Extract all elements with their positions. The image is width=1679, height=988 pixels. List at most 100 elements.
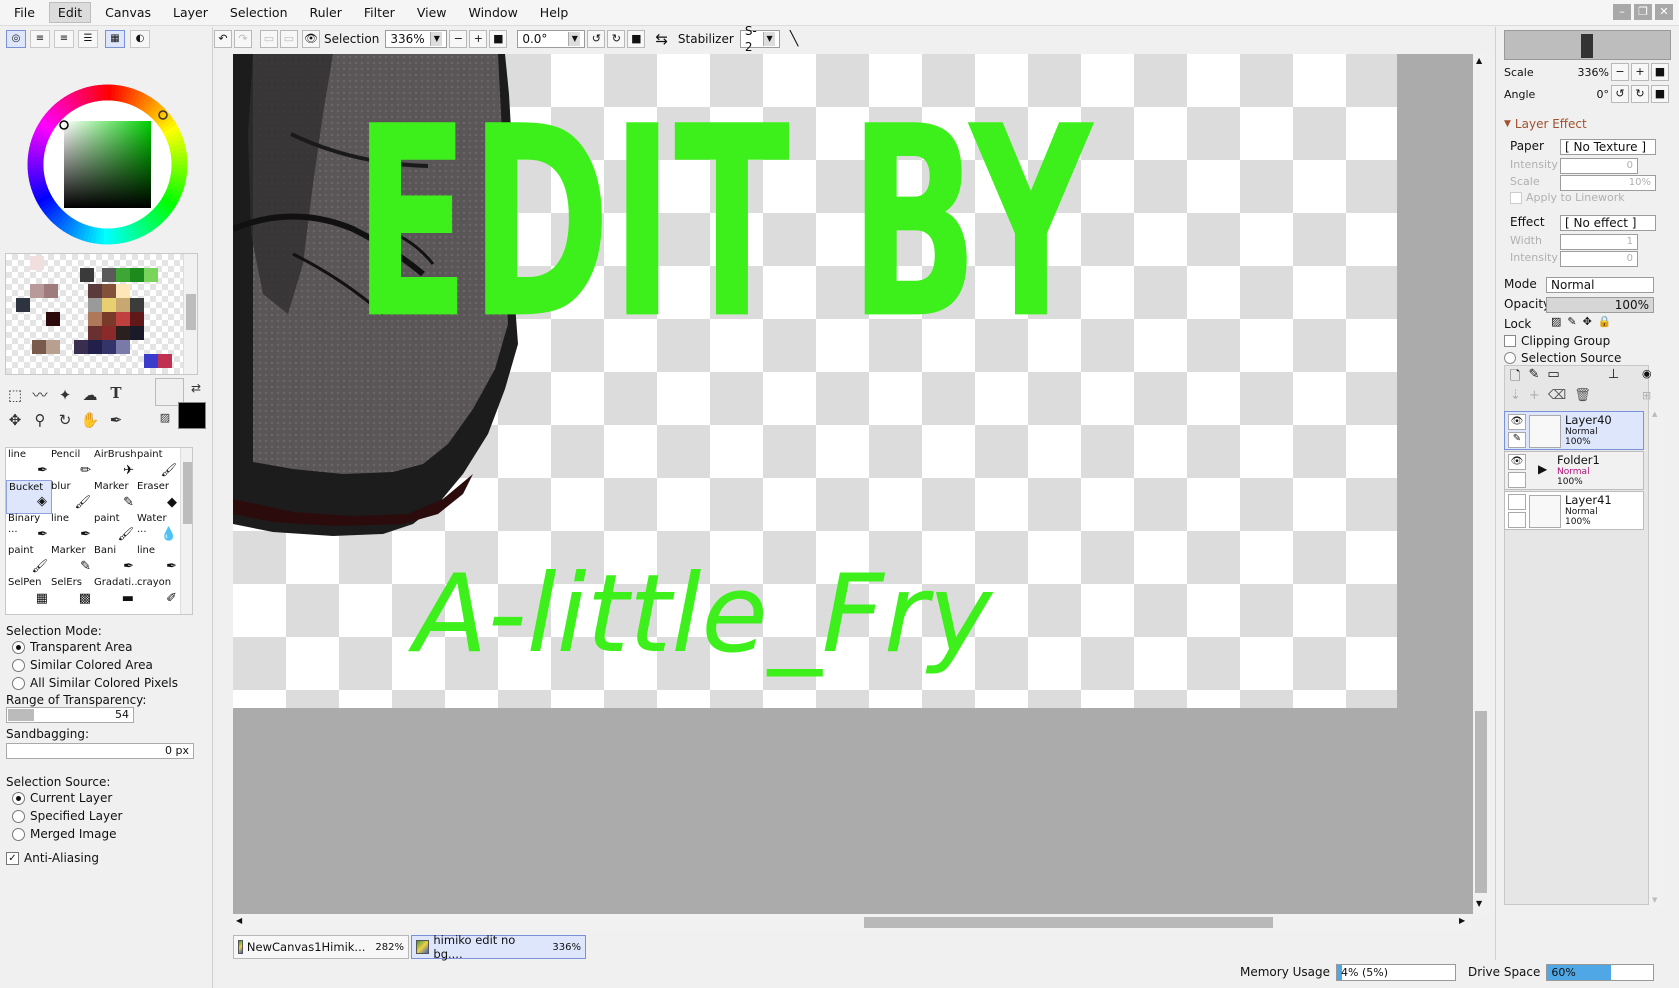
invert-selection-icon[interactable]: ▭ bbox=[280, 30, 298, 48]
menu-edit[interactable]: Edit bbox=[48, 2, 92, 23]
tool-blur[interactable]: blur 🖌 bbox=[49, 480, 95, 514]
visibility-eye-icon[interactable]: 👁 bbox=[1508, 454, 1526, 470]
source-specified-layer[interactable]: Specified Layer bbox=[12, 807, 206, 825]
effect-intensity-field[interactable]: 0 bbox=[1560, 251, 1638, 267]
tab-himiko-edit[interactable]: himiko edit no bg.... 336% bbox=[411, 933, 586, 961]
zoom-out-icon[interactable]: − bbox=[449, 30, 468, 48]
mode-similar-colored-area[interactable]: Similar Colored Area bbox=[12, 656, 206, 674]
rgb-slider-mode-icon[interactable]: ≡ bbox=[30, 30, 50, 48]
paper-intensity-field[interactable]: 0 bbox=[1560, 158, 1638, 174]
layer-selection-source-radio[interactable]: Selection Source bbox=[1504, 351, 1621, 365]
tool-line[interactable]: line ✒ bbox=[6, 448, 52, 482]
rotate-left-icon[interactable]: ↺ bbox=[587, 30, 606, 48]
layer-mask-icon[interactable]: ◉ bbox=[1642, 367, 1652, 380]
tool-marker[interactable]: Marker ✎ bbox=[92, 480, 138, 514]
tool-line[interactable]: line ✒ bbox=[135, 544, 181, 578]
angle-cw-icon[interactable]: ↻ bbox=[1631, 85, 1649, 103]
hand-icon[interactable]: ✋ bbox=[80, 410, 100, 430]
zoom-reset-icon[interactable]: ■ bbox=[489, 30, 508, 48]
source-current-layer[interactable]: Current Layer bbox=[12, 789, 206, 807]
rect-select-icon[interactable]: ⬚ bbox=[5, 385, 25, 405]
tool-paint[interactable]: paint 🖌 bbox=[135, 448, 181, 482]
layer-check-icon[interactable] bbox=[1508, 472, 1526, 488]
paper-texture-dropdown[interactable]: [ No Texture ] bbox=[1560, 139, 1656, 155]
canvas[interactable]: EDIT BY A-little_Fry bbox=[233, 54, 1397, 708]
tab-newcanvas1[interactable]: NewCanvas1Himik... 282% bbox=[233, 935, 409, 959]
minimize-icon[interactable]: – bbox=[1613, 4, 1631, 20]
rotate-icon[interactable]: ↻ bbox=[55, 410, 75, 430]
mode-transparent-area[interactable]: Transparent Area bbox=[12, 638, 206, 656]
selection-visibility-icon[interactable]: 👁 bbox=[302, 30, 320, 48]
menu-selection[interactable]: Selection bbox=[222, 3, 296, 22]
scale-minus-icon[interactable]: − bbox=[1611, 63, 1629, 81]
rotate-reset-icon[interactable]: ■ bbox=[627, 30, 646, 48]
tool-selpen[interactable]: SelPen ▦ bbox=[6, 576, 52, 610]
lock-move-icon[interactable]: ✥ bbox=[1583, 315, 1592, 328]
scroll-up-icon[interactable]: ▲ bbox=[1476, 56, 1482, 65]
scale-plus-icon[interactable]: + bbox=[1631, 63, 1649, 81]
rotate-right-icon[interactable]: ↻ bbox=[607, 30, 626, 48]
lock-all-icon[interactable]: 🔒 bbox=[1598, 315, 1612, 328]
menu-canvas[interactable]: Canvas bbox=[97, 3, 159, 22]
scale-reset-icon[interactable]: ■ bbox=[1651, 63, 1669, 81]
swatches-mode-icon[interactable]: ▦ bbox=[105, 30, 125, 48]
folder-expand-icon[interactable]: ▶ bbox=[1538, 462, 1547, 476]
eyedropper-icon[interactable]: ✒ bbox=[106, 410, 126, 430]
source-merged-image[interactable]: Merged Image bbox=[12, 825, 206, 843]
tool-marker[interactable]: Marker ✎ bbox=[49, 544, 95, 578]
undo-icon[interactable]: ↶ bbox=[214, 30, 232, 48]
scratchpad-mode-icon[interactable]: ◐ bbox=[130, 30, 150, 48]
edit-pen-icon[interactable]: ✎ bbox=[1508, 432, 1526, 448]
tool-binary[interactable]: Binary ... ✒ bbox=[6, 512, 52, 546]
new-linework-layer-icon[interactable]: ✎ bbox=[1528, 367, 1539, 389]
effect-dropdown[interactable]: [ No effect ] bbox=[1560, 215, 1656, 231]
range-slider[interactable]: 54 bbox=[6, 707, 134, 723]
angle-ccw-icon[interactable]: ↺ bbox=[1611, 85, 1629, 103]
tool-airbrush[interactable]: AirBrush ✈ bbox=[92, 448, 138, 482]
navigator-preview[interactable] bbox=[1504, 30, 1671, 60]
color-wheel-mode-icon[interactable]: ◎ bbox=[6, 30, 26, 48]
merge-icon[interactable]: + bbox=[1529, 388, 1540, 403]
straight-line-icon[interactable]: ╲ bbox=[790, 31, 798, 47]
menu-ruler[interactable]: Ruler bbox=[302, 3, 350, 22]
canvas-vertical-scrollbar[interactable]: ▲ ▼ bbox=[1473, 54, 1489, 914]
tool-paint[interactable]: paint 🖌 bbox=[92, 512, 138, 546]
anti-aliasing-checkbox[interactable]: ✓ Anti-Aliasing bbox=[6, 851, 206, 865]
angle-reset-icon[interactable]: ■ bbox=[1651, 85, 1669, 103]
scale-slider[interactable]: Scale 336% bbox=[1504, 62, 1609, 82]
close-icon[interactable]: ✕ bbox=[1655, 4, 1673, 20]
tool-water[interactable]: Water ... 💧 bbox=[135, 512, 181, 546]
tool-gradati[interactable]: Gradati... ▬ bbox=[92, 576, 141, 610]
zoom-dropdown[interactable]: 336% ▼ bbox=[385, 30, 448, 48]
lock-paint-icon[interactable]: ✎ bbox=[1567, 315, 1576, 328]
tool-selers[interactable]: SelErs ▩ bbox=[49, 576, 95, 610]
tool-bani[interactable]: Bani ✒ bbox=[92, 544, 138, 578]
new-layer-icon[interactable]: 🗋 bbox=[1510, 367, 1520, 389]
restore-icon[interactable]: ❐ bbox=[1634, 4, 1652, 20]
visibility-toggle[interactable] bbox=[1508, 494, 1526, 510]
visibility-eye-icon[interactable]: 👁 bbox=[1508, 414, 1526, 430]
deselect-icon[interactable]: ▭ bbox=[260, 30, 278, 48]
hsv-slider-mode-icon[interactable]: ≡ bbox=[54, 30, 74, 48]
layer-item-folder1[interactable]: 👁 ▶ Folder1 Normal 100% bbox=[1504, 451, 1644, 490]
redo-icon[interactable]: ↷ bbox=[234, 30, 252, 48]
effect-width-field[interactable]: 1 bbox=[1560, 234, 1638, 250]
menu-filter[interactable]: Filter bbox=[356, 3, 403, 22]
layer-effect-header[interactable]: ▼ Layer Effect bbox=[1504, 117, 1587, 131]
menu-help[interactable]: Help bbox=[532, 3, 577, 22]
magic-wand-icon[interactable]: ✦ bbox=[55, 385, 75, 405]
color-swatches[interactable] bbox=[5, 253, 198, 375]
tool-crayon[interactable]: crayon ✐ bbox=[135, 576, 181, 610]
swap-colors-icon[interactable]: ⇄ bbox=[186, 378, 206, 398]
menu-layer[interactable]: Layer bbox=[165, 3, 216, 22]
tool-pencil[interactable]: Pencil ✏ bbox=[49, 448, 95, 482]
angle-slider[interactable]: Angle 0° bbox=[1504, 84, 1609, 104]
lock-transparency-icon[interactable]: ▨ bbox=[1551, 315, 1561, 328]
zoom-icon[interactable]: ⚲ bbox=[30, 410, 50, 430]
layer-panel-scrollbar[interactable]: ▲ ▼ bbox=[1649, 410, 1663, 907]
paper-scale-field[interactable]: 10% bbox=[1560, 175, 1656, 191]
stabilizer-dropdown[interactable]: S-2 ▼ bbox=[739, 24, 780, 54]
scroll-left-icon[interactable]: ◀ bbox=[236, 916, 242, 925]
color-wheel[interactable] bbox=[25, 82, 190, 247]
scroll-up-icon[interactable]: ▲ bbox=[1652, 410, 1657, 418]
